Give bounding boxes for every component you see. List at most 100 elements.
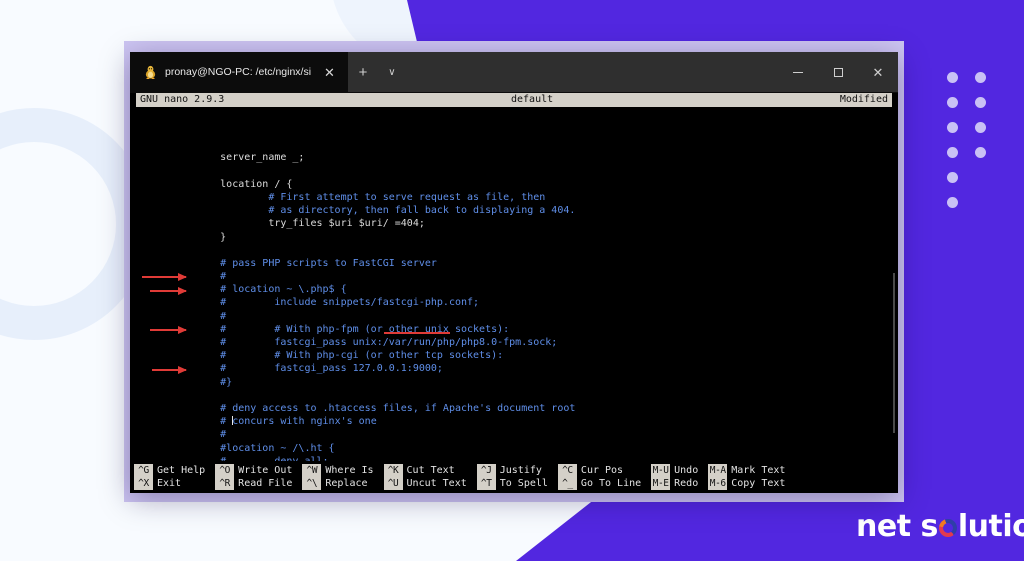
maximize-icon bbox=[833, 67, 843, 77]
logo-circle-icon bbox=[938, 518, 958, 538]
nano-code-text: # concurs with nginx's one bbox=[172, 416, 377, 428]
tab-close-icon[interactable]: ✕ bbox=[319, 63, 340, 82]
nano-version-label: GNU nano 2.9.3 bbox=[140, 94, 225, 106]
shortcut-label: Where Is bbox=[325, 465, 374, 476]
nano-code-text: #} bbox=[172, 376, 233, 388]
shortcut-item[interactable]: ^\ Replace bbox=[302, 477, 373, 490]
shortcut-key: ^X bbox=[134, 477, 153, 490]
nano-text-area[interactable]: server_name _; location / { # First atte… bbox=[130, 107, 898, 468]
shortcut-column: ^K Cut Text ^U Uncut Text bbox=[383, 464, 467, 490]
nano-code-line: # pass PHP scripts to FastCGI server bbox=[172, 257, 898, 270]
nano-code-line bbox=[172, 389, 898, 402]
text-cursor bbox=[232, 416, 234, 426]
shortcut-column: M-U Undo M-E Redo bbox=[651, 464, 698, 490]
nano-scrollbar-thumb[interactable] bbox=[893, 273, 895, 433]
shortcut-key: M-6 bbox=[708, 477, 728, 490]
nano-scrollbar[interactable] bbox=[892, 93, 896, 493]
nano-code-text: # bbox=[172, 310, 227, 322]
minimize-button[interactable] bbox=[778, 52, 818, 92]
close-button[interactable]: ✕ bbox=[858, 52, 898, 92]
close-icon: ✕ bbox=[872, 64, 884, 80]
shortcut-item[interactable]: ^U Uncut Text bbox=[383, 477, 467, 490]
terminal-tab[interactable]: pronay@NGO-PC: /etc/nginx/si ✕ bbox=[130, 52, 348, 92]
nano-code-line: } bbox=[172, 231, 898, 244]
nano-code-text: # include snippets/fastcgi-php.conf; bbox=[172, 297, 480, 309]
shortcut-column: ^W Where Is ^\ Replace bbox=[302, 464, 374, 490]
shortcut-item[interactable]: M-6 Copy Text bbox=[708, 477, 785, 490]
nano-code-text: # deny access to .htaccess files, if Apa… bbox=[172, 402, 576, 414]
shortcut-column: ^G Get Help ^X Exit bbox=[134, 464, 205, 490]
annotation-arrow bbox=[152, 365, 187, 374]
shortcut-item[interactable]: ^T To Spell bbox=[476, 477, 548, 490]
shortcut-item[interactable]: ^X Exit bbox=[134, 477, 205, 490]
nano-code-text: } bbox=[172, 231, 227, 243]
nano-code-line: # bbox=[172, 310, 898, 323]
logo-text-after: lutions bbox=[957, 509, 1024, 544]
minimize-icon bbox=[793, 71, 803, 73]
decorative-dot bbox=[947, 97, 958, 108]
terminal-window: pronay@NGO-PC: /etc/nginx/si ✕ + ∨ ✕ GNU… bbox=[130, 52, 898, 493]
shortcut-item[interactable]: ^_ Go To Line bbox=[557, 477, 641, 490]
shortcut-label: Redo bbox=[674, 478, 699, 489]
terminal-tab-strip: pronay@NGO-PC: /etc/nginx/si ✕ + ∨ ✕ bbox=[130, 52, 898, 92]
nano-code-line: # concurs with nginx's one bbox=[172, 415, 898, 428]
shortcut-item[interactable]: ^R Read File bbox=[215, 477, 292, 490]
shortcut-item[interactable]: M-A Mark Text bbox=[708, 464, 785, 477]
screenshot-root: net s lutions pronay@NGO-PC: /etc/nginx/s… bbox=[0, 0, 1024, 561]
shortcut-item[interactable]: ^W Where Is bbox=[302, 464, 374, 477]
nano-code-text: # # With php-fpm (or other unix sockets)… bbox=[172, 323, 510, 335]
shortcut-key: M-U bbox=[651, 464, 671, 477]
nano-code-line: try_files $uri $uri/ =404; bbox=[172, 217, 898, 230]
shortcut-item[interactable]: M-U Undo bbox=[651, 464, 698, 477]
nano-code-line: # include snippets/fastcgi-php.conf; bbox=[172, 296, 898, 309]
shortcut-label: Exit bbox=[157, 478, 182, 489]
shortcut-key: ^W bbox=[302, 464, 322, 477]
nano-code-line: # bbox=[172, 428, 898, 441]
shortcut-column: ^O Write Out ^R Read File bbox=[215, 464, 292, 490]
shortcut-item[interactable]: ^G Get Help bbox=[134, 464, 205, 477]
shortcut-key: ^T bbox=[476, 477, 496, 490]
shortcut-label: Cur Pos bbox=[580, 465, 624, 476]
net-solutions-logo: net s lutions bbox=[856, 512, 1024, 542]
shortcut-label: Cut Text bbox=[406, 465, 455, 476]
nano-code-line: # First attempt to serve request as file… bbox=[172, 191, 898, 204]
nano-code-text: location / { bbox=[172, 178, 293, 190]
shortcut-item[interactable]: ^O Write Out bbox=[215, 464, 292, 477]
maximize-button[interactable] bbox=[818, 52, 858, 92]
nano-code-text: # as directory, then fall back to displa… bbox=[172, 205, 576, 217]
nano-code-text: # fastcgi_pass 127.0.0.1:9000; bbox=[172, 363, 443, 375]
nano-code-line: #} bbox=[172, 376, 898, 389]
shortcut-item[interactable]: ^K Cut Text bbox=[383, 464, 467, 477]
nano-code-line: # fastcgi_pass 127.0.0.1:9000; bbox=[172, 362, 898, 375]
shortcut-item[interactable]: ^J Justify bbox=[476, 464, 548, 477]
nano-code-text: # pass PHP scripts to FastCGI server bbox=[172, 257, 437, 269]
decorative-dot bbox=[975, 147, 986, 158]
shortcut-key: ^J bbox=[476, 464, 496, 477]
nano-code-line: # deny access to .htaccess files, if Apa… bbox=[172, 402, 898, 415]
shortcut-label: Uncut Text bbox=[406, 478, 467, 489]
decorative-dot bbox=[947, 197, 958, 208]
decorative-dot bbox=[947, 122, 958, 133]
nano-title-bar: GNU nano 2.9.3 default Modified bbox=[136, 93, 892, 107]
annotation-arrow bbox=[150, 286, 187, 295]
nano-code-text: # # With php-cgi (or other tcp sockets): bbox=[172, 350, 504, 362]
new-tab-button[interactable]: + bbox=[348, 52, 378, 92]
window-controls: ✕ bbox=[778, 52, 898, 92]
shortcut-column: ^J Justify ^T To Spell bbox=[476, 464, 548, 490]
shortcut-key: M-A bbox=[708, 464, 728, 477]
nano-code-line: # # With php-cgi (or other tcp sockets): bbox=[172, 349, 898, 362]
annotation-arrow bbox=[142, 272, 187, 281]
decorative-dot-grid bbox=[947, 72, 995, 212]
shortcut-label: Write Out bbox=[238, 465, 293, 476]
shortcut-key: ^K bbox=[383, 464, 403, 477]
shortcut-item[interactable]: ^C Cur Pos bbox=[557, 464, 641, 477]
shortcut-label: Copy Text bbox=[731, 478, 786, 489]
decorative-dot bbox=[947, 172, 958, 183]
shortcut-key: ^\ bbox=[302, 477, 322, 490]
annotation-underline bbox=[384, 332, 450, 334]
shortcut-label: Get Help bbox=[157, 465, 206, 476]
shortcut-key: ^G bbox=[134, 464, 153, 477]
decorative-dot bbox=[947, 147, 958, 158]
chevron-down-icon[interactable]: ∨ bbox=[378, 52, 406, 92]
shortcut-item[interactable]: M-E Redo bbox=[651, 477, 698, 490]
